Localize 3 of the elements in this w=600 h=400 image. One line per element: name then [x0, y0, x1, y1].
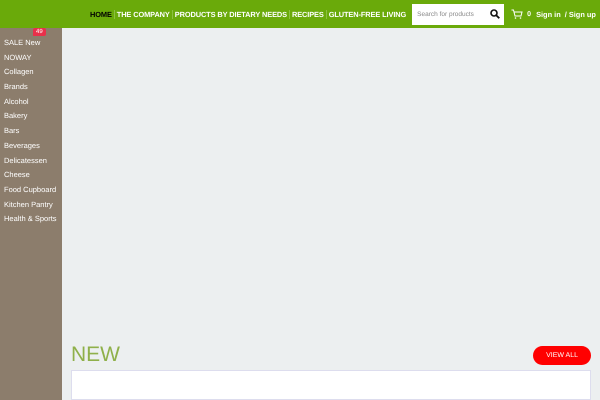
section-title: NEW [71, 343, 120, 367]
search-icon[interactable] [490, 9, 500, 19]
cart-icon[interactable] [511, 9, 524, 19]
